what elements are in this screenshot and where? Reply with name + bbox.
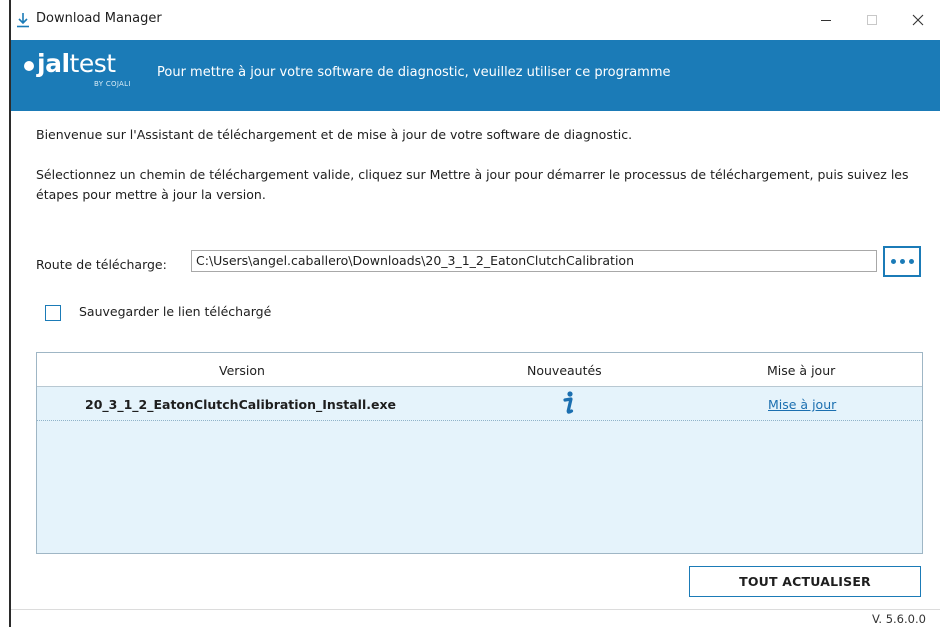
banner-message: Pour mettre à jour votre software de dia…: [157, 65, 671, 80]
close-icon: [912, 14, 924, 26]
logo-dot-icon: [24, 61, 34, 71]
save-link-label: Sauvegarder le lien téléchargé: [79, 304, 272, 319]
table-header: Version Nouveautés Mise à jour: [37, 353, 922, 387]
maximize-button[interactable]: [849, 0, 895, 40]
app-version: V. 5.6.0.0: [872, 612, 926, 626]
header-banner: jaltest BY COJALI Pour mettre à jour vot…: [11, 40, 940, 111]
minimize-icon: [821, 20, 831, 21]
update-all-button[interactable]: TOUT ACTUALISER: [689, 566, 921, 597]
column-header-update: Mise à jour: [767, 363, 836, 378]
column-header-news: Nouveautés: [527, 363, 602, 378]
versions-table: Version Nouveautés Mise à jour 20_3_1_2_…: [36, 352, 923, 554]
jaltest-logo: jaltest BY COJALI: [24, 49, 144, 91]
download-route-input[interactable]: C:\Users\angel.caballero\Downloads\20_3_…: [191, 250, 877, 272]
logo-byline: BY COJALI: [94, 80, 131, 88]
info-icon[interactable]: [561, 390, 575, 416]
window-title: Download Manager: [36, 11, 162, 26]
table-row[interactable]: 20_3_1_2_EatonClutchCalibration_Install.…: [37, 387, 922, 421]
browse-button[interactable]: [883, 246, 921, 277]
instructions-text: Sélectionnez un chemin de téléchargement…: [36, 167, 909, 202]
close-button[interactable]: [895, 0, 940, 40]
footer-divider: [11, 609, 940, 610]
update-link[interactable]: Mise à jour: [768, 397, 836, 412]
ellipsis-icon: [890, 259, 914, 264]
download-arrow-icon: [17, 13, 29, 28]
version-filename: 20_3_1_2_EatonClutchCalibration_Install.…: [85, 397, 397, 412]
maximize-icon: [867, 15, 877, 25]
welcome-text: Bienvenue sur l'Assistant de téléchargem…: [36, 127, 633, 142]
logo-wordmark: jaltest: [24, 49, 116, 78]
download-route-label: Route de télécharge:: [36, 257, 167, 272]
column-header-version: Version: [219, 363, 265, 378]
title-bar: Download Manager: [11, 0, 940, 40]
minimize-button[interactable]: [803, 0, 849, 40]
save-link-checkbox[interactable]: [45, 305, 61, 321]
